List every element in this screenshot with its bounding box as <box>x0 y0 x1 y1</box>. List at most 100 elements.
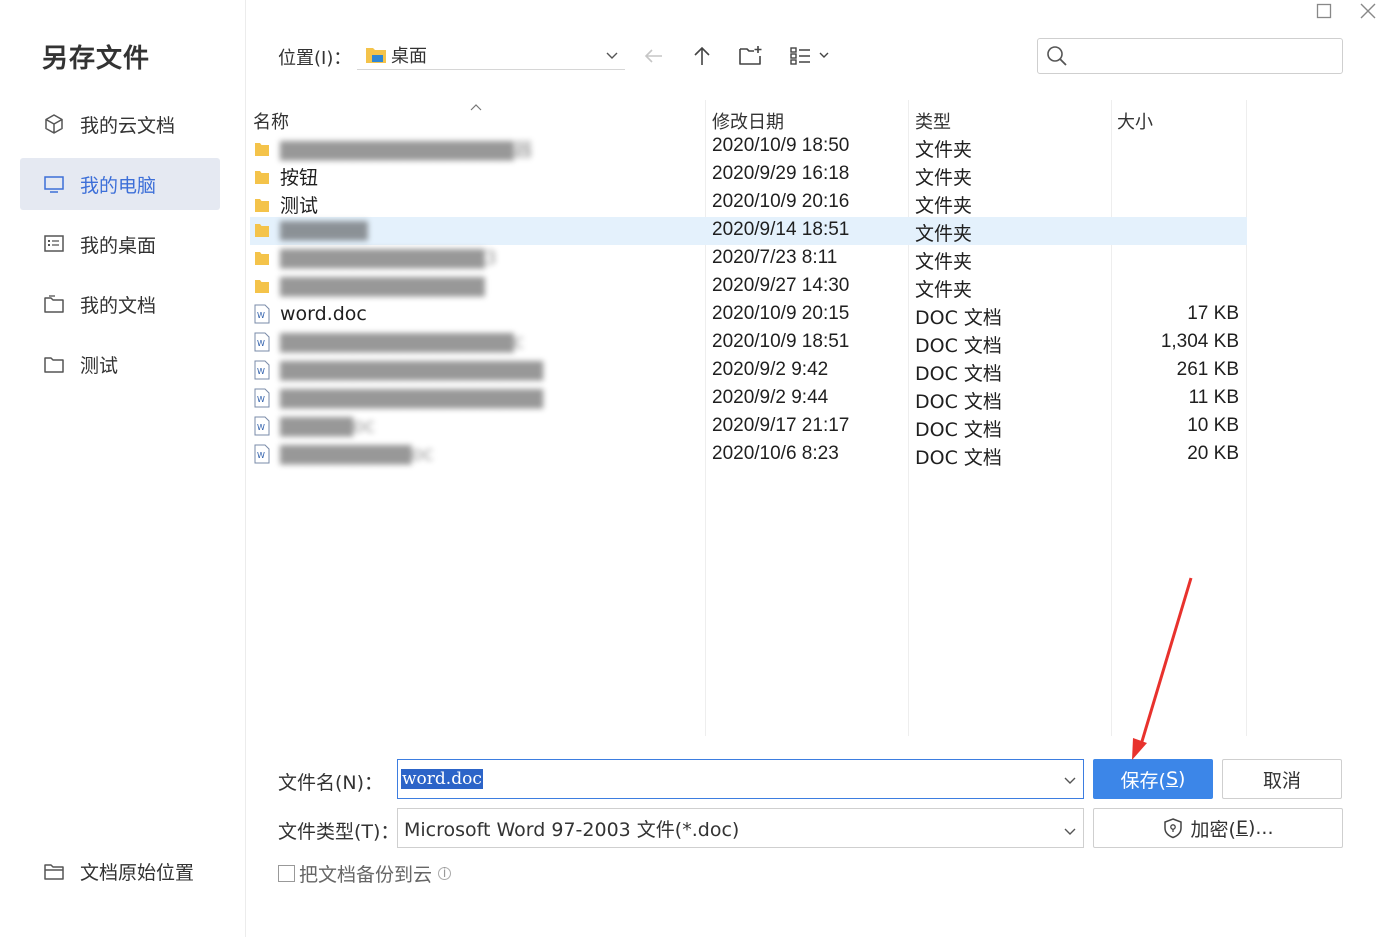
back-button[interactable] <box>638 40 670 72</box>
file-row[interactable]: 按钮 2020/9/29 16:18 文件夹 <box>250 161 1247 189</box>
file-name: word.doc <box>280 303 367 325</box>
sidebar-item-cloud-docs[interactable]: 我的云文档 <box>20 98 220 150</box>
file-row[interactable]: ▇▇▇▇▇▇ 2020/9/14 18:51 文件夹 <box>250 217 1247 245</box>
file-row[interactable]: W ▇▇▇▇▇▇▇▇▇▇▇▇▇▇▇▇c 2020/10/9 18:51 DOC 文档 1… <box>250 329 1247 357</box>
file-row[interactable]: W ▇▇▇▇▇▇▇▇▇▇▇▇▇▇▇▇▇▇ 2020/9/2 9:44 DOC 文档 11… <box>250 385 1247 413</box>
file-date: 2020/10/6 8:23 <box>712 443 839 464</box>
column-header-name[interactable]: 名称 <box>253 108 289 134</box>
backup-label: 把文档备份到云 <box>299 864 433 886</box>
file-size: 17 KB <box>1187 303 1239 324</box>
file-name-cell: W ▇▇▇▇▇▇▇▇▇▇▇▇▇▇▇▇c <box>254 331 524 353</box>
svg-text:W: W <box>257 423 265 432</box>
file-date: 2020/10/9 18:51 <box>712 331 850 352</box>
new-folder-button[interactable] <box>735 40 767 72</box>
column-header-type[interactable]: 类型 <box>915 108 951 134</box>
filetype-value: Microsoft Word 97-2003 文件(*.doc) <box>404 818 740 841</box>
file-row[interactable]: Wword.doc 2020/10/9 20:15 DOC 文档 17 KB <box>250 301 1247 329</box>
search-input[interactable] <box>1074 42 1342 70</box>
column-header-date[interactable]: 修改日期 <box>712 108 784 134</box>
file-date: 2020/9/2 9:44 <box>712 387 829 408</box>
file-name-cell: 测试 <box>254 191 318 218</box>
chevron-down-icon <box>605 46 619 67</box>
arrow-left-icon <box>644 49 662 63</box>
maximize-icon <box>1316 3 1332 19</box>
location-value: 桌面 <box>391 45 427 67</box>
file-name-cell: W ▇▇▇▇▇oc <box>254 415 375 437</box>
filename-input[interactable]: word.doc <box>397 759 1084 799</box>
up-folder-button[interactable] <box>686 40 718 72</box>
sidebar-item-original-location[interactable]: 文档原始位置 <box>20 845 220 897</box>
sidebar-item-test[interactable]: 测试 <box>20 338 220 390</box>
folder-icon <box>42 859 66 883</box>
sidebar-item-label: 我的云文档 <box>80 114 176 137</box>
file-size: 261 KB <box>1176 359 1239 380</box>
file-date: 2020/9/27 14:30 <box>712 275 850 296</box>
file-date: 2020/10/9 18:50 <box>712 135 850 156</box>
view-mode-button[interactable] <box>786 40 834 72</box>
sidebar-item-label: 文档原始位置 <box>80 861 195 884</box>
close-button[interactable] <box>1354 0 1382 22</box>
file-row[interactable]: W ▇▇▇▇▇oc 2020/9/17 21:17 DOC 文档 10 KB <box>250 413 1247 441</box>
maximize-button[interactable] <box>1310 0 1338 22</box>
info-icon[interactable]: i <box>438 866 452 881</box>
save-label-close: ) <box>1178 768 1186 790</box>
folder-icon <box>254 248 272 268</box>
file-row[interactable]: ▇▇▇▇▇▇▇▇▇▇▇▇▇▇ 2020/9/27 14:30 文件夹 <box>250 273 1247 301</box>
file-row[interactable]: ▇▇▇▇▇▇▇▇▇▇▇▇▇▇3 2020/7/23 8:11 文件夹 <box>250 245 1247 273</box>
save-button[interactable]: 保存(S) <box>1093 759 1213 799</box>
file-name: ▇▇▇▇▇▇▇▇▇▇▇▇▇▇3 <box>280 247 497 269</box>
sidebar-item-my-documents[interactable]: 我的文档 <box>20 278 220 330</box>
file-type: DOC 文档 <box>915 335 1002 357</box>
file-name: ▇▇▇▇▇▇▇▇▇▇▇▇▇▇▇▇▇▇ <box>280 359 544 381</box>
location-label: 位置(I)： <box>278 48 352 69</box>
file-name-cell: ▇▇▇▇▇▇▇▇▇▇▇▇▇▇ <box>254 275 485 297</box>
encrypt-button[interactable]: 加密(E)... <box>1093 808 1343 848</box>
file-type: 文件夹 <box>915 195 973 217</box>
file-date: 2020/9/17 21:17 <box>712 415 850 436</box>
file-row[interactable]: ▇▇▇▇▇▇▇▇▇▇▇▇▇▇▇▇器 2020/10/9 18:50 文件夹 <box>250 133 1247 161</box>
shield-icon <box>1163 817 1183 839</box>
desktop-icon <box>42 232 66 256</box>
file-type: 文件夹 <box>915 167 973 189</box>
folder-icon <box>254 220 272 240</box>
file-name-cell: ▇▇▇▇▇▇ <box>254 219 368 241</box>
documents-icon <box>42 292 66 316</box>
filename-value: word.doc <box>401 769 483 789</box>
cancel-button[interactable]: 取消 <box>1222 759 1342 799</box>
svg-text:W: W <box>257 395 265 404</box>
search-box[interactable] <box>1037 38 1343 74</box>
file-type: DOC 文档 <box>915 307 1002 329</box>
backup-checkbox[interactable] <box>278 865 295 882</box>
filetype-select[interactable]: Microsoft Word 97-2003 文件(*.doc) <box>397 808 1084 848</box>
file-name-cell: 按钮 <box>254 163 318 190</box>
encrypt-label-close: )... <box>1247 817 1274 839</box>
filename-label: 文件名(N)： <box>278 772 384 794</box>
file-date: 2020/10/9 20:16 <box>712 191 850 212</box>
file-type: DOC 文档 <box>915 419 1002 441</box>
chevron-down-icon[interactable] <box>1063 772 1077 791</box>
file-size: 1,304 KB <box>1160 331 1239 352</box>
word-doc-icon: W <box>254 444 272 464</box>
word-doc-icon: W <box>254 332 272 352</box>
folder-icon <box>254 195 272 215</box>
backup-to-cloud[interactable]: 把文档备份到云 i <box>278 860 452 887</box>
column-header-size[interactable]: 大小 <box>1117 108 1153 134</box>
sidebar-item-label: 我的文档 <box>80 294 157 317</box>
file-name: 测试 <box>280 195 319 217</box>
svg-text:W: W <box>257 367 265 376</box>
file-name-cell: W ▇▇▇▇▇▇▇▇▇oc <box>254 443 434 465</box>
file-row[interactable]: 测试 2020/10/9 20:16 文件夹 <box>250 189 1247 217</box>
file-row[interactable]: W ▇▇▇▇▇▇▇▇▇▇▇▇▇▇▇▇▇▇ 2020/9/2 9:42 DOC 文档 26… <box>250 357 1247 385</box>
svg-text:W: W <box>257 451 265 460</box>
folder-icon <box>254 167 272 187</box>
sidebar-item-my-computer[interactable]: 我的电脑 <box>20 158 220 210</box>
chevron-down-icon <box>1063 821 1077 843</box>
file-row[interactable]: W ▇▇▇▇▇▇▇▇▇oc 2020/10/6 8:23 DOC 文档 20 KB <box>250 441 1247 469</box>
file-name-cell: ▇▇▇▇▇▇▇▇▇▇▇▇▇▇▇▇器 <box>254 135 533 162</box>
monitor-icon <box>42 172 66 196</box>
sidebar-item-my-desktop[interactable]: 我的桌面 <box>20 218 220 270</box>
location-dropdown[interactable]: 桌面 <box>357 40 625 70</box>
save-accesskey: S <box>1165 768 1179 790</box>
file-name: ▇▇▇▇▇▇▇▇▇▇▇▇▇▇ <box>280 275 485 297</box>
file-name: ▇▇▇▇▇▇▇▇▇▇▇▇▇▇▇▇▇▇ <box>280 387 544 409</box>
